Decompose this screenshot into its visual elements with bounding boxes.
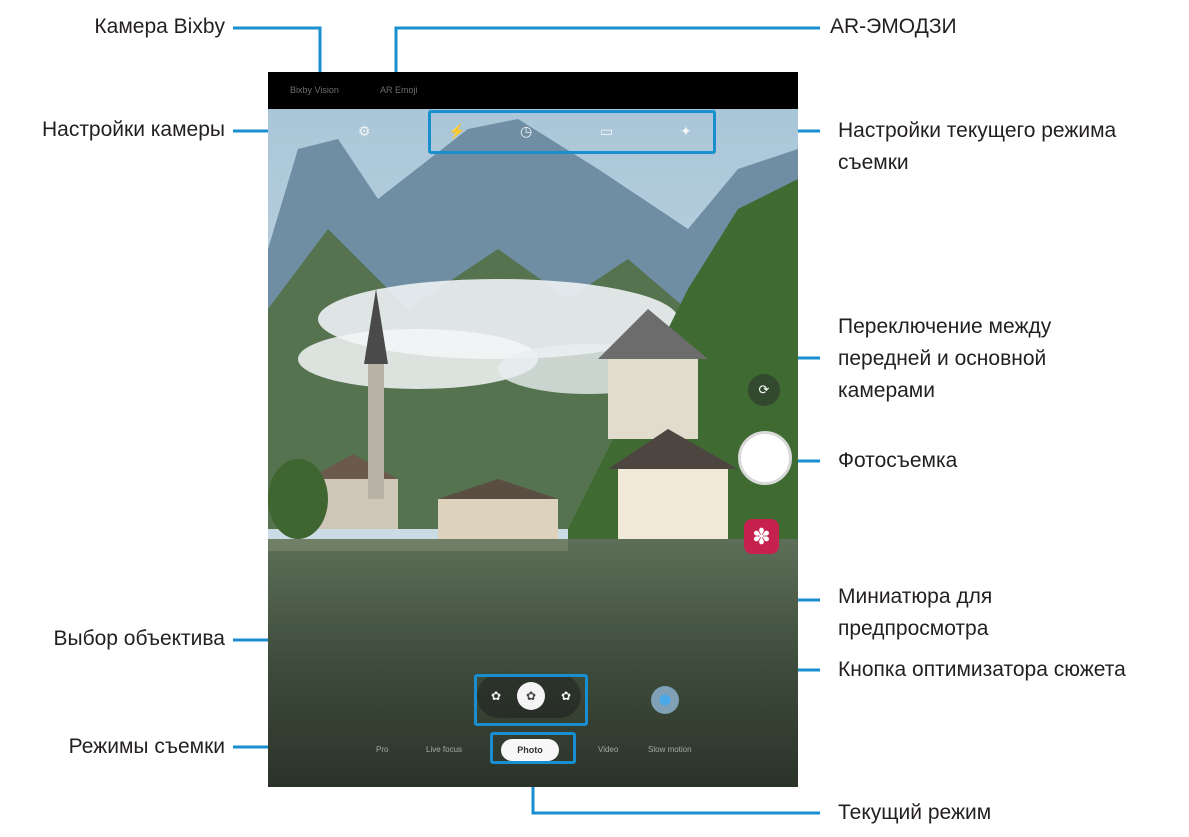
- callout-current-mode-settings-line2: съемки: [838, 151, 909, 174]
- callout-ar-emoji: AR-ЭМОДЗИ: [830, 15, 957, 38]
- callout-current-mode-settings-line1: Настройки текущего режима: [838, 119, 1117, 142]
- callout-bixby-camera: Камера Bixby: [94, 15, 225, 38]
- switch-camera-highlight: [742, 326, 782, 390]
- callout-shooting-modes: Режимы съемки: [68, 735, 225, 758]
- ar-emoji-button[interactable]: AR Emoji: [380, 85, 418, 95]
- callout-preview-thumbnail-line2: предпросмотра: [838, 617, 989, 640]
- callout-lens-selection: Выбор объектива: [53, 627, 225, 650]
- mode-slow-motion[interactable]: Slow motion: [648, 745, 692, 754]
- lens-selection-highlight: [474, 674, 588, 726]
- bixby-vision-button[interactable]: Bixby Vision: [290, 85, 339, 95]
- mode-pro[interactable]: Pro: [376, 745, 388, 754]
- callout-current-mode: Текущий режим: [838, 801, 992, 824]
- callout-switch-camera-line2: передней и основной: [838, 347, 1047, 370]
- current-mode-highlight: [490, 732, 576, 764]
- preview-thumbnail[interactable]: ✽: [744, 519, 779, 554]
- mode-video[interactable]: Video: [598, 745, 618, 754]
- shutter-button[interactable]: [738, 431, 792, 485]
- camera-top-bar: Bixby Vision AR Emoji: [268, 72, 798, 109]
- settings-icon[interactable]: ⚙: [358, 122, 371, 140]
- callout-scene-optimizer: Кнопка оптимизатора сюжета: [838, 658, 1126, 681]
- callout-switch-camera-line3: камерами: [838, 379, 935, 402]
- current-mode-settings-highlight: [428, 110, 716, 154]
- callout-switch-camera-line1: Переключение между: [838, 315, 1052, 338]
- mode-live-focus[interactable]: Live focus: [426, 745, 462, 754]
- scene-optimizer-button[interactable]: [651, 686, 679, 714]
- callout-camera-settings: Настройки камеры: [41, 118, 225, 141]
- callout-take-photo: Фотосъемка: [838, 449, 958, 472]
- callout-preview-thumbnail-line1: Миниатюра для: [838, 585, 993, 608]
